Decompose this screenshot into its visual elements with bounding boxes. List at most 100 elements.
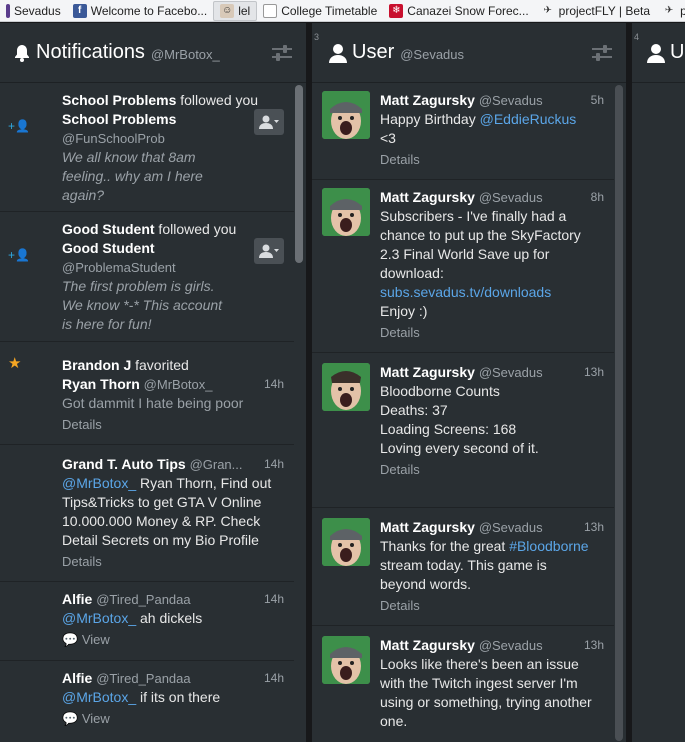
user-handle[interactable]: @Sevadus: [479, 520, 543, 535]
tweet-item[interactable]: Matt Zagursky @Sevadus Bloodborne Counts…: [312, 353, 614, 508]
details-link[interactable]: Details: [380, 598, 598, 613]
user-handle[interactable]: @Tired_Pandaa: [96, 592, 190, 607]
timestamp[interactable]: 14h: [264, 377, 284, 391]
user-name[interactable]: Alfie: [62, 591, 92, 607]
notification-item[interactable]: Alfie @Tired_Pandaa @MrBotox_ if its on …: [0, 661, 294, 742]
column-title: User: [352, 41, 395, 63]
view-conversation-link[interactable]: 💬 View: [62, 632, 280, 648]
filter-settings-icon[interactable]: [592, 45, 612, 61]
user-name[interactable]: Matt Zagursky: [380, 519, 475, 535]
user-handle[interactable]: @Sevadus: [479, 190, 543, 205]
bio-line: again?: [62, 187, 105, 203]
third-column: 4 U: [632, 23, 685, 742]
details-link[interactable]: Details: [62, 417, 280, 432]
tweet-text: Loving every second of it.: [380, 440, 539, 456]
notification-item[interactable]: ★ Brandon J favorited Ryan Thorn @MrBoto…: [0, 342, 294, 445]
user-name[interactable]: Good Student: [62, 239, 280, 258]
actor-name[interactable]: School Problems: [62, 92, 176, 108]
bio-line: The first problem is girls.: [62, 278, 215, 294]
user-handle[interactable]: @Tired_Pandaa: [96, 671, 190, 686]
url-link[interactable]: subs.sevadus.tv/downloads: [380, 283, 598, 302]
user-handle[interactable]: @Sevadus: [479, 365, 543, 380]
bookmark-projectfly[interactable]: ✈ projectFLY | Beta: [535, 0, 656, 21]
user-handle[interactable]: @Sevadus: [479, 93, 543, 108]
plane-icon: ✈: [664, 5, 674, 16]
bookmark-p[interactable]: ✈ p: [656, 0, 685, 21]
tweet-text: one.: [380, 713, 408, 729]
user-handle[interactable]: @ProblemaStudent: [62, 258, 280, 277]
user-handle[interactable]: @FunSchoolProb: [62, 129, 280, 148]
view-conversation-link[interactable]: 💬 View: [62, 711, 280, 727]
timestamp[interactable]: 5h: [591, 93, 604, 107]
avatar[interactable]: [322, 188, 370, 236]
mention-link[interactable]: @EddieRuckus: [480, 111, 577, 127]
user-name[interactable]: Ryan Thorn: [62, 376, 140, 392]
notifications-column: Notifications @MrBotox_ +👤 School Proble…: [0, 23, 306, 742]
avatar[interactable]: [322, 363, 370, 411]
page-icon: [263, 3, 278, 18]
avatar[interactable]: [322, 91, 370, 139]
bookmark-label: lel: [238, 3, 251, 18]
tweet-item[interactable]: Matt Zagursky @Sevadus Happy Birthday @E…: [312, 83, 614, 180]
mention-link[interactable]: @MrBotox_: [62, 689, 136, 705]
user-name[interactable]: Alfie: [62, 670, 92, 686]
scroll-thumb[interactable]: [615, 85, 623, 741]
bio-line: We know *-* This account: [62, 297, 223, 313]
avatar[interactable]: [322, 636, 370, 684]
mention-link[interactable]: @MrBotox_: [62, 475, 136, 491]
details-link[interactable]: Details: [380, 152, 598, 167]
timestamp[interactable]: 14h: [264, 592, 284, 606]
follow-user-button[interactable]: [254, 238, 284, 264]
timestamp[interactable]: 13h: [584, 520, 604, 534]
user-name[interactable]: School Problems: [62, 110, 280, 129]
notification-item[interactable]: +👤 Good Student followed you Good Studen…: [0, 212, 294, 342]
bookmark-lel[interactable]: ☺ lel: [213, 0, 258, 21]
notification-item[interactable]: +👤 School Problems followed you School P…: [0, 83, 294, 212]
scroll-thumb[interactable]: [295, 85, 303, 263]
notification-item[interactable]: Grand T. Auto Tips @Gran... @MrBotox_ Ry…: [0, 445, 294, 582]
user-handle[interactable]: @Sevadus: [479, 638, 543, 653]
notification-item[interactable]: Alfie @Tired_Pandaa @MrBotox_ ah dickels…: [0, 582, 294, 661]
filter-settings-icon[interactable]: [272, 45, 292, 61]
actor-name[interactable]: Brandon J: [62, 357, 131, 373]
bookmark-sevadus[interactable]: Sevadus: [0, 0, 67, 21]
user-handle[interactable]: @MrBotox_: [144, 377, 213, 392]
bookmark-college-timetable[interactable]: College Timetable: [257, 0, 383, 21]
bookmark-snow-forecast[interactable]: ❄ Canazei Snow Forec...: [383, 0, 534, 21]
follow-icon: +👤: [8, 119, 30, 133]
mention-link[interactable]: @MrBotox_: [62, 610, 136, 626]
action-text: favorited: [131, 357, 189, 373]
user-name[interactable]: Matt Zagursky: [380, 92, 475, 108]
user-name[interactable]: Grand T. Auto Tips: [62, 456, 186, 472]
timestamp[interactable]: 13h: [584, 638, 604, 652]
comment-icon: 💬: [62, 632, 79, 647]
tweet-item[interactable]: Matt Zagursky @Sevadus Subscribers - I'v…: [312, 180, 614, 353]
details-link[interactable]: Details: [380, 325, 598, 340]
tweet-text: Got dammit I hate being poor: [62, 395, 244, 411]
hashtag-link[interactable]: #Bloodborne: [509, 538, 588, 554]
tweet-text: Looks like there's been an issue: [380, 656, 579, 672]
bookmarks-bar: Sevadus f Welcome to Facebo... ☺ lel Col…: [0, 0, 685, 22]
timestamp[interactable]: 13h: [584, 365, 604, 379]
tweet-text: with the Twitch ingest server I'm: [380, 675, 578, 691]
bio-line: We all know that 8am: [62, 149, 196, 165]
details-link[interactable]: Details: [380, 462, 598, 477]
timestamp[interactable]: 8h: [591, 190, 604, 204]
tweet-item[interactable]: Matt Zagursky @Sevadus Thanks for the gr…: [312, 508, 614, 626]
scrollbar[interactable]: [614, 83, 624, 742]
user-handle[interactable]: @Gran...: [190, 457, 243, 472]
user-name[interactable]: Matt Zagursky: [380, 189, 475, 205]
tweet-item[interactable]: Matt Zagursky @Sevadus Looks like there'…: [312, 626, 614, 742]
actor-name[interactable]: Good Student: [62, 221, 155, 237]
details-link[interactable]: Details: [62, 554, 280, 569]
follow-user-button[interactable]: [254, 109, 284, 135]
bookmark-label: p: [680, 4, 685, 18]
timestamp[interactable]: 14h: [264, 457, 284, 471]
bookmark-facebook[interactable]: f Welcome to Facebo...: [67, 0, 214, 21]
user-name[interactable]: Matt Zagursky: [380, 637, 475, 653]
scrollbar[interactable]: [294, 83, 304, 742]
bio-line: is here for fun!: [62, 316, 152, 332]
timestamp[interactable]: 14h: [264, 671, 284, 685]
user-name[interactable]: Matt Zagursky: [380, 364, 475, 380]
avatar[interactable]: [322, 518, 370, 566]
